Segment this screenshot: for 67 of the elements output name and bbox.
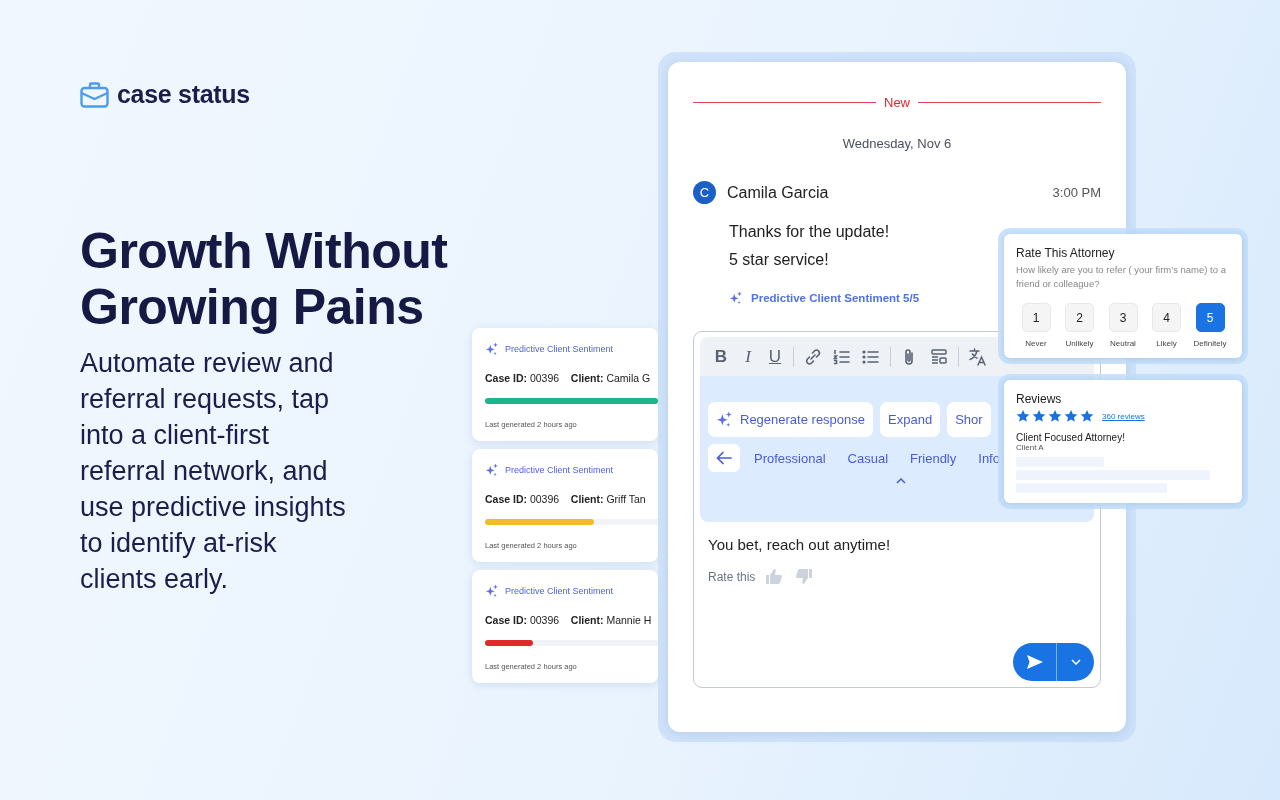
thumbs-down-icon[interactable] [796,569,814,584]
underline-button[interactable]: U [766,346,784,367]
rating-title: Rate This Attorney [1016,246,1116,260]
rating-option[interactable]: 4 [1152,303,1181,332]
star-icon [1080,409,1094,423]
send-icon [1025,654,1044,670]
tone-option[interactable]: Info [978,450,1000,466]
bold-button[interactable]: B [712,346,730,367]
reviews-count-link[interactable]: 360 reviews [1102,411,1145,421]
card-title: Predictive Client Sentiment [505,465,614,475]
sentiment-score: Predictive Client Sentiment 5/5 [751,292,920,304]
rate-label: Rate this [708,569,756,584]
regenerate-button[interactable]: Regenerate response [708,402,874,437]
star-icon [1016,409,1030,423]
translate-icon[interactable] [968,346,988,367]
link-icon[interactable] [803,346,823,367]
star-icon [1048,409,1062,423]
sparkle-icon [729,291,743,305]
italic-button[interactable]: I [739,346,757,367]
rating-option[interactable]: 1 [1021,303,1051,332]
reviews-title: Reviews [1016,392,1063,406]
briefcase-icon [80,81,109,108]
sparkle-icon [485,584,499,598]
template-icon[interactable] [929,346,949,367]
rating-label: Neutral [1110,339,1136,348]
reviewer-name: Client A [1016,443,1045,452]
headline: Growth Without Growing Pains [80,223,449,335]
new-divider-label: New [884,95,910,110]
rating-option[interactable]: 5 [1195,303,1225,332]
send-button[interactable] [1013,643,1056,681]
action-chip[interactable]: Shor [947,402,991,437]
rating-option[interactable]: 2 [1065,303,1094,332]
sparkle-icon [485,342,499,356]
tone-option[interactable]: Casual [847,450,888,466]
sender-name: Camila Garcia [727,183,830,202]
send-options-button[interactable] [1056,643,1094,681]
rating-option[interactable]: 3 [1108,303,1138,332]
sparkle-icon [485,463,499,477]
case-details: Case ID: 00396 Client: Mannie H [485,614,653,626]
rating-label: Definitely [1193,339,1227,348]
rating-label: Likely [1156,339,1177,348]
card-title: Predictive Client Sentiment [505,344,614,354]
case-details: Case ID: 00396 Client: Griff Tan [485,493,647,505]
rating-label: Unlikely [1065,339,1094,348]
draft-text: You bet, reach out anytime! [708,536,892,553]
message-text: 5 star service! [729,250,829,270]
message-text: Thanks for the update! [729,222,890,242]
tone-option[interactable]: Friendly [910,450,957,466]
avatar: C [693,181,716,204]
chevron-down-icon [1070,659,1081,665]
description: Automate review and referral requests, tap into a client-first referral network, and use predictive insights to identify at-risk clients early. [80,347,347,596]
rating-question: How likely are you to refer ( your firm’s name) to a friend or colleague? [1016,263,1227,291]
message-time: 3:00 PM [1052,185,1101,200]
case-details: Case ID: 00396 Client: Camila G [485,372,652,384]
back-button[interactable] [708,444,740,472]
action-chip[interactable]: Expand [880,402,941,437]
card-title: Predictive Client Sentiment [505,586,614,596]
sparkle-icon [716,411,733,428]
chevron-up-icon[interactable] [896,478,906,484]
star-icon [1032,409,1046,423]
tone-option[interactable]: Professional [754,450,826,466]
logo-text: case status [117,80,250,109]
star-icon [1064,409,1078,423]
arrow-left-icon [716,451,732,465]
rating-label: Never [1025,339,1047,348]
date-label: Wednesday, Nov 6 [841,136,953,151]
thumbs-up-icon[interactable] [765,569,783,584]
